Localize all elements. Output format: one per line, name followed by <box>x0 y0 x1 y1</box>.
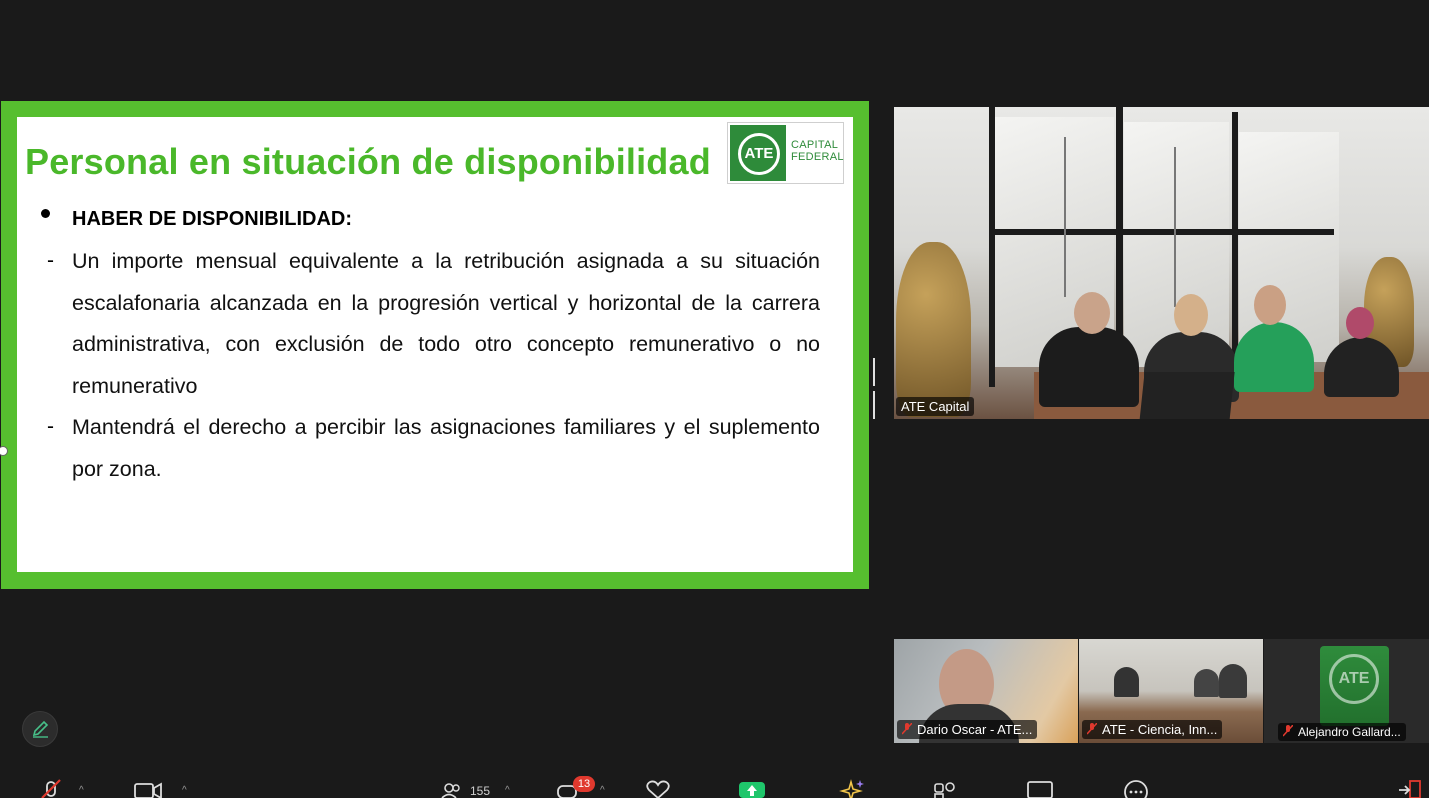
participants-icon[interactable] <box>441 778 463 798</box>
more-icon[interactable] <box>1122 778 1150 798</box>
share-icon[interactable] <box>738 778 766 798</box>
ate-avatar-mark: ATE <box>1329 654 1379 704</box>
window-frame <box>989 107 995 387</box>
shared-screen: Personal en situación de disponibilidad … <box>0 101 869 589</box>
slide-title: Personal en situación de disponibilidad <box>25 141 711 182</box>
slide-item-2: Mantendrá el derecho a percibir las asig… <box>72 415 820 481</box>
mic-off-icon <box>1087 723 1097 735</box>
video-options-caret[interactable]: ^ <box>182 785 187 796</box>
ate-logo-mark: ATE <box>730 125 786 181</box>
chat-caret[interactable]: ^ <box>600 785 605 796</box>
slide-item-1: Un importe mensual equivalente a la retr… <box>72 249 820 398</box>
window-frame <box>994 229 1334 235</box>
head <box>1346 307 1374 339</box>
thumbnail-name: ATE - Ciencia, Inn... <box>1102 722 1218 737</box>
ate-avatar: ATE <box>1320 646 1389 726</box>
person <box>1234 322 1314 392</box>
chat-unread-badge: 13 <box>573 776 595 792</box>
window-frame <box>1232 112 1238 382</box>
main-video-name: ATE Capital <box>896 397 975 416</box>
pencil-icon <box>32 720 49 738</box>
mic-muted-icon[interactable] <box>38 778 64 798</box>
person <box>1039 327 1139 407</box>
head <box>1254 285 1286 325</box>
window-pane <box>1124 122 1229 367</box>
participants-count: 155 <box>470 784 491 798</box>
thumbnail-name-tag: Alejandro Gallard... <box>1278 723 1406 741</box>
person <box>1219 664 1247 698</box>
split-resize-handle[interactable] <box>873 358 878 419</box>
bullet-dot <box>41 209 50 218</box>
resize-dot[interactable] <box>0 446 8 456</box>
video-icon[interactable] <box>133 778 163 798</box>
participant-thumbnail[interactable]: ATE - Ciencia, Inn... <box>1079 639 1263 743</box>
thumbnail-name-tag: ATE - Ciencia, Inn... <box>1082 720 1223 739</box>
slide-content: Personal en situación de disponibilidad … <box>17 117 853 572</box>
thumbnail-name: Alejandro Gallard... <box>1298 725 1401 739</box>
top-bar <box>0 0 1429 100</box>
mic-off-icon <box>1283 725 1293 737</box>
tree <box>1174 147 1176 307</box>
bust-left <box>896 242 971 417</box>
tree <box>1064 137 1066 297</box>
participant-thumbnail[interactable]: ATE Alejandro Gallard... <box>1264 639 1429 743</box>
thumbnail-name-tag: Dario Oscar - ATE... <box>897 720 1038 739</box>
laptop <box>1139 372 1235 419</box>
whiteboard-icon[interactable] <box>1026 778 1054 798</box>
main-video[interactable]: ATE Capital <box>894 107 1429 419</box>
dash-marker: - <box>47 249 54 272</box>
thumbnail-name: Dario Oscar - ATE... <box>917 722 1033 737</box>
apps-icon[interactable] <box>932 778 958 798</box>
audio-options-caret[interactable]: ^ <box>79 785 84 796</box>
head <box>1074 292 1110 334</box>
ai-companion-icon[interactable] <box>839 778 865 798</box>
ate-logo-circle: ATE <box>738 133 780 175</box>
person <box>1114 667 1139 697</box>
person <box>1194 669 1219 697</box>
reactions-icon[interactable] <box>645 778 671 798</box>
ate-logo: ATE CAPITAL FEDERAL <box>727 122 844 184</box>
meeting-toolbar: ^ ^ 155 ^ 13 ^ <box>0 770 1429 798</box>
logo-line-2: FEDERAL <box>791 151 844 163</box>
participant-thumbnail[interactable]: Dario Oscar - ATE... <box>894 639 1078 743</box>
bullet-heading: HABER DE DISPONIBILIDAD: <box>72 208 353 230</box>
ate-logo-text: CAPITAL FEDERAL <box>791 139 844 163</box>
logo-line-1: CAPITAL <box>791 139 839 151</box>
participants-caret[interactable]: ^ <box>505 785 510 796</box>
dash-marker: - <box>47 415 54 438</box>
head <box>1174 294 1208 336</box>
annotate-button[interactable] <box>22 711 58 747</box>
leave-icon[interactable] <box>1396 778 1424 798</box>
mic-off-icon <box>902 723 912 735</box>
